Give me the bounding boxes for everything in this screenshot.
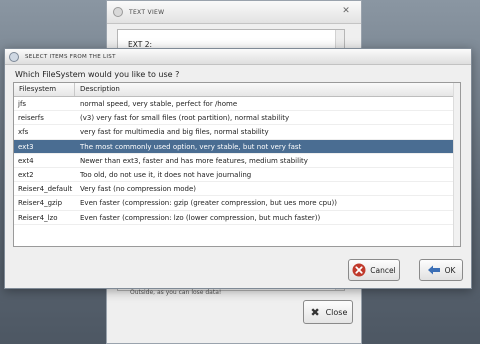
list-item[interactable]: xfs very fast for multimedia and big file… (14, 125, 460, 140)
list-item-description: (v3) very fast for small files (root par… (80, 114, 290, 123)
list-item-filesystem: Reiser4_lzo (18, 213, 58, 222)
list-item[interactable]: ext2 Too old, do not use it, it does not … (14, 168, 460, 183)
column-header-filesystem[interactable]: Filesystem (14, 83, 75, 96)
list-item-description: Newer than ext3, faster and has more fea… (80, 156, 308, 165)
list-scrollbar[interactable] (453, 83, 460, 246)
select-items-dialog: SELECT ITEMS FROM THE LIST Which FileSys… (4, 48, 472, 289)
list-item-description: Very fast (no compression mode) (80, 185, 197, 194)
list-item-filesystem: ext2 (18, 170, 34, 179)
close-x-icon: ✖ (310, 305, 320, 319)
dialog-question: Which FileSystem would you like to use ? (15, 70, 180, 79)
list-item-filesystem: Reiser4_default (18, 185, 73, 194)
list-item[interactable]: ext3 The most commonly used option, very … (14, 139, 460, 154)
close-icon[interactable]: ✕ (339, 5, 353, 17)
list-item[interactable]: jfs normal speed, very stable, perfect fo… (14, 97, 460, 112)
list-header: Filesystem Description (14, 83, 460, 97)
text-view-line-bottom: Outside, as you can lose data! (130, 289, 222, 296)
list-item-filesystem: jfs (18, 100, 27, 108)
window-icon (9, 51, 19, 62)
list-item-description: Too old, do not use it, it does not have… (80, 170, 252, 179)
list-item-description: The most commonly used option, very stab… (80, 142, 302, 151)
list-item-filesystem: ext3 (18, 142, 34, 151)
text-view-titlebar[interactable]: TEXT VIEW (107, 1, 361, 24)
ok-button-label: OK (444, 265, 456, 275)
close-button[interactable]: ✖ Close (303, 300, 353, 324)
ok-button[interactable]: OK (419, 259, 463, 281)
dialog-titlebar[interactable]: SELECT ITEMS FROM THE LIST (5, 49, 471, 65)
ok-icon (427, 265, 440, 275)
list-item[interactable]: Reiser4_gzip Even faster (compression: gz… (14, 196, 460, 211)
list-item-filesystem: xfs (18, 128, 29, 137)
list-item[interactable]: Reiser4_lzo Even faster (compression: lzo… (14, 211, 460, 225)
filesystem-list[interactable]: Filesystem Description jfs normal speed, … (13, 82, 461, 247)
list-item-description: very fast for multimedia and big files, … (80, 128, 269, 137)
list-item-description: normal speed, very stable, perfect for /… (80, 100, 238, 108)
close-button-label: Close (325, 307, 348, 317)
column-header-description[interactable]: Description (75, 83, 460, 96)
list-item-filesystem: ext4 (18, 156, 34, 165)
list-item-description: Even faster (compression: lzo (lower com… (80, 213, 321, 222)
list-item-filesystem: reiserfs (18, 114, 44, 123)
cancel-button-label: Cancel (370, 265, 396, 275)
dialog-title: SELECT ITEMS FROM THE LIST (25, 53, 116, 60)
cancel-button[interactable]: Cancel (348, 259, 400, 281)
cancel-icon (352, 263, 366, 277)
list-item[interactable]: Reiser4_default Very fast (no compression… (14, 182, 460, 197)
list-item-description: Even faster (compression: gzip (greater … (80, 199, 338, 208)
list-item-filesystem: Reiser4_gzip (18, 199, 63, 208)
list-rows: jfs normal speed, very stable, perfect fo… (14, 97, 460, 225)
list-item[interactable]: reiserfs (v3) very fast for small files (… (14, 111, 460, 126)
window-icon (113, 7, 123, 17)
text-view-title: TEXT VIEW (129, 8, 165, 16)
list-item[interactable]: ext4 Newer than ext3, faster and has more… (14, 154, 460, 168)
